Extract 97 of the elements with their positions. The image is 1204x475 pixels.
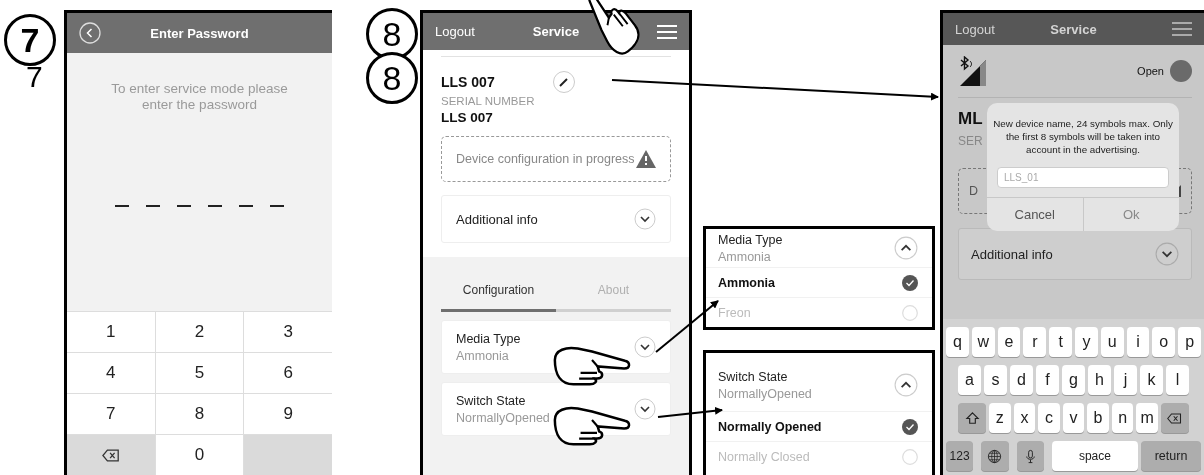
backspace-icon [1167,410,1183,426]
check-circle-icon[interactable] [902,274,918,291]
keyboard-key[interactable]: l [1166,365,1189,395]
dialog-button[interactable]: Cancel [987,198,1083,231]
setting-value: NormallyOpened [456,410,550,425]
globe-key[interactable] [981,441,1009,471]
chevron-down-icon[interactable] [634,336,656,358]
keyboard-key[interactable]: q [946,327,969,357]
chevron-up-icon[interactable] [894,373,918,397]
keyboard-key[interactable]: v [1062,403,1085,433]
setting-value: NormallyOpened [718,386,812,401]
keyboard-key[interactable]: c [1038,403,1060,433]
keyboard-key[interactable]: n [1111,403,1134,433]
step-number-badge: 7 [4,14,56,66]
numbers-key[interactable]: 123 [946,441,974,471]
serial-number-value: LLS 007 [441,110,493,125]
device-name-field[interactable]: LLS_01 [997,167,1169,188]
keyboard-key[interactable]: x [1013,403,1036,433]
step-number-badge: 8 [366,52,418,104]
setting-label: Switch State [718,369,789,384]
device-name: LLS 007 [441,74,496,90]
keyboard-key[interactable]: e [997,327,1021,357]
option-label: Normally Closed [718,449,810,464]
keyboard-key[interactable]: i [1126,327,1150,357]
option-label: Ammonia [718,275,775,290]
logout-link[interactable]: Logout [435,24,475,39]
logout-link[interactable]: Logout [955,21,995,37]
shift-key[interactable] [958,403,987,433]
keypad-key[interactable]: 2 [155,312,244,352]
keyboard-key[interactable]: j [1114,365,1137,395]
screen-title: Service [1050,21,1097,37]
menu-icon[interactable] [1172,21,1192,37]
additional-info-row[interactable]: Additional info [958,228,1192,280]
chevron-down-icon[interactable] [634,398,656,420]
screen-title: Service [532,24,580,39]
setting-value: Ammonia [718,249,772,264]
globe-icon [987,448,1003,464]
keyboard-key[interactable]: z [989,403,1011,433]
screen-title: Enter Password [150,25,249,41]
backspace-icon [101,448,120,462]
keyboard-key[interactable]: f [1036,365,1059,395]
keyboard-key[interactable]: s [984,365,1007,395]
status-message: D [969,184,980,198]
setting-label: Media Type [456,331,521,346]
keypad-key[interactable]: 5 [155,353,244,393]
return-key[interactable]: return [1141,441,1201,471]
serial-number-label: SER [958,134,984,148]
bluetooth-signal-icon [958,56,988,86]
pencil-icon [558,76,570,88]
option-row[interactable]: Normally Opened [706,411,932,441]
keypad-key[interactable]: 7 [67,394,155,434]
setting-value: Ammonia [456,348,510,363]
back-icon[interactable] [79,22,101,44]
keyboard-key[interactable]: g [1062,365,1085,395]
keypad-key[interactable]: 9 [244,394,332,434]
setting-label: Switch State [456,393,527,408]
keyboard-key[interactable]: r [1023,327,1047,357]
additional-info-row[interactable]: Additional info [441,195,671,243]
shift-arrow-icon [964,410,980,426]
keypad-key[interactable]: 3 [244,312,332,352]
option-label: Freon [718,305,751,320]
tab[interactable]: Configuration [441,283,556,309]
keypad-key[interactable]: 4 [67,353,155,393]
keyboard-key[interactable]: h [1088,365,1111,395]
keyboard-key[interactable]: w [971,327,995,357]
keyboard-key[interactable]: b [1087,403,1109,433]
device-name: ML [958,108,983,130]
setting-label: Media Type [718,232,783,247]
chevron-up-icon[interactable] [894,236,918,260]
option-row[interactable]: Ammonia [706,267,932,297]
keyboard-key[interactable]: p [1178,327,1201,357]
keyboard-key[interactable]: u [1100,327,1124,357]
keyboard-key[interactable]: m [1136,403,1158,433]
status-indicator [1170,60,1192,82]
connection-status: Open [1137,65,1164,77]
keyboard-key[interactable]: t [1049,327,1072,357]
chevron-down-icon[interactable] [1155,242,1179,266]
chevron-down-icon[interactable] [634,208,656,230]
microphone-key[interactable] [1016,441,1044,471]
instruction-text: To enter service mode please enter the password [111,81,288,112]
keypad-key[interactable]: 8 [155,394,244,434]
keyboard-key[interactable]: a [958,365,981,395]
keyboard-key[interactable]: k [1140,365,1163,395]
space-key[interactable]: space [1051,441,1139,471]
keypad-key[interactable]: 1 [67,312,155,352]
check-circle-icon[interactable] [902,418,918,435]
dialog-message: New device name, 24 symbols max. Only the first 8 symbols will be taken into account in the advertising. [992,117,1174,156]
keypad-key[interactable]: 6 [244,353,332,393]
backspace-key[interactable] [1160,403,1189,433]
keypad-key[interactable]: 0 [155,435,244,475]
keyboard-key[interactable]: y [1075,327,1098,357]
keyboard-key[interactable]: o [1152,327,1176,357]
keyboard-key[interactable]: d [1010,365,1033,395]
status-message: Device configuration in progress [456,152,635,166]
serial-number-label: SERIAL NUMBER [441,95,535,107]
edit-button[interactable] [553,71,575,93]
option-label: Normally Opened [718,419,822,434]
